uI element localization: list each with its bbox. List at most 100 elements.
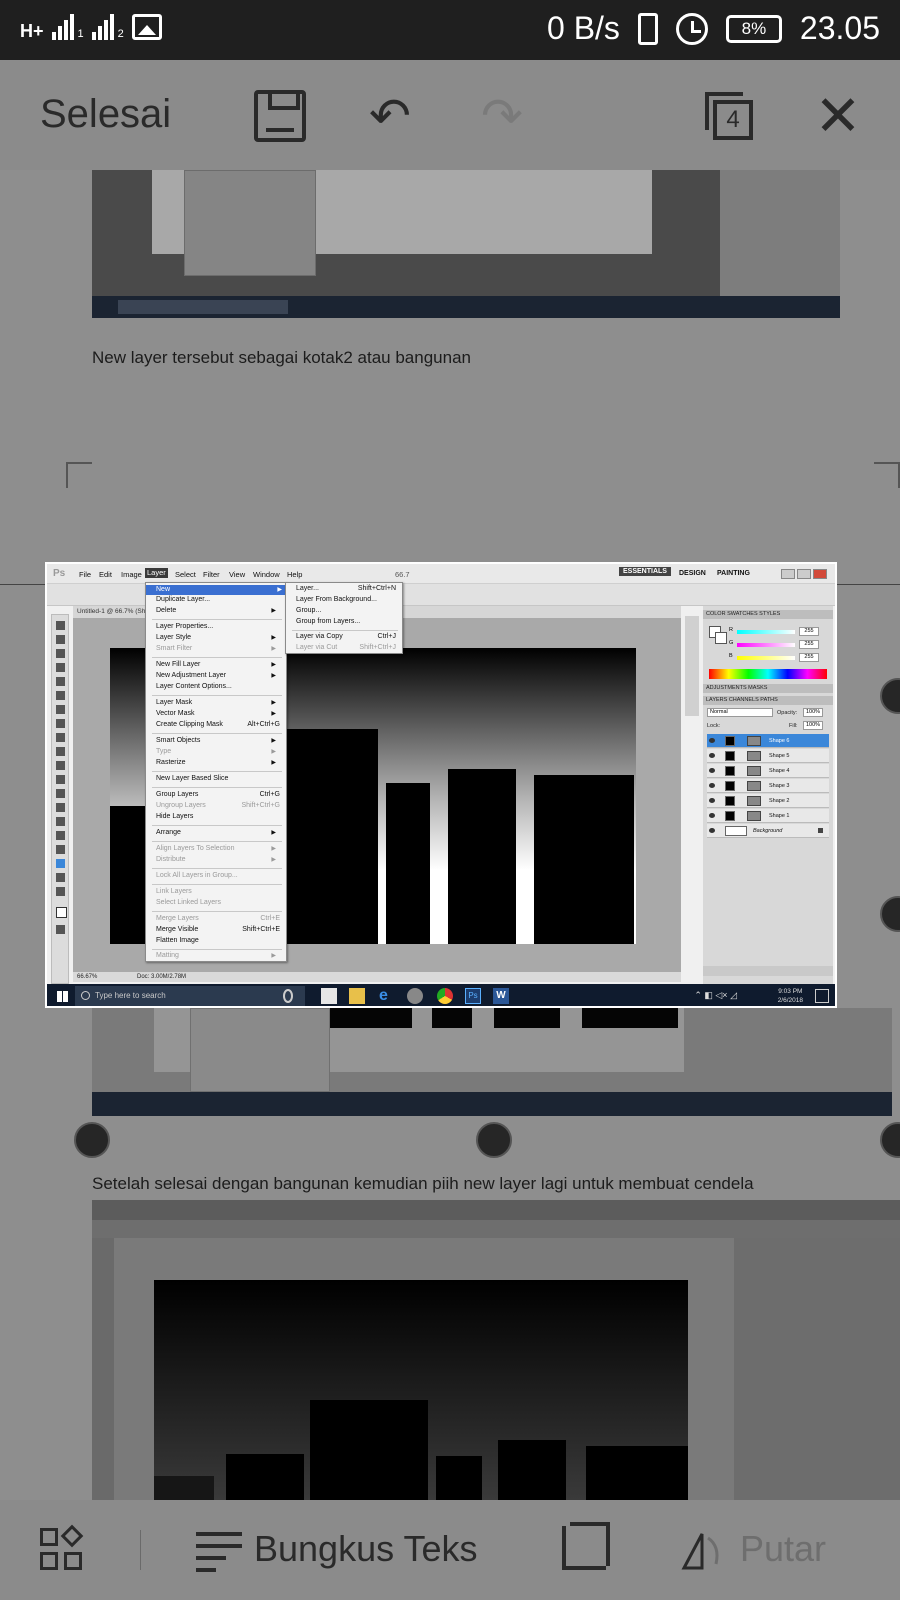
menu-item-new-adjustment-layer[interactable]: New Adjustment Layer ▶ <box>156 672 280 679</box>
crop-icon[interactable] <box>562 1522 610 1570</box>
menu-item-link-layers[interactable]: Link Layers <box>156 888 192 895</box>
ps-ws-design[interactable]: DESIGN <box>679 570 706 577</box>
menu-item-merge-visible[interactable]: Merge Visible Shift+Ctrl+E <box>156 926 280 933</box>
windows-search-box[interactable]: Type here to search <box>75 986 305 1006</box>
b-slider[interactable] <box>737 656 795 660</box>
lasso-tool-icon[interactable] <box>56 649 65 658</box>
menu-item-select-linked-layers[interactable]: Select Linked Layers <box>156 899 221 906</box>
foreground-color-swatch[interactable] <box>56 907 67 918</box>
ps-menu-view[interactable]: View <box>229 570 245 579</box>
path-select-tool-icon[interactable] <box>56 845 65 854</box>
document-image-3[interactable] <box>92 1200 900 1500</box>
menu-item-flatten-image[interactable]: Flatten Image <box>156 937 199 944</box>
marquee-tool-icon[interactable] <box>56 635 65 644</box>
submenu-item-layer-via-copy[interactable]: Layer via Copy Ctrl+J <box>296 633 396 640</box>
eye-icon[interactable] <box>709 753 715 758</box>
microphone-icon[interactable] <box>283 989 293 1003</box>
stamp-tool-icon[interactable] <box>56 733 65 742</box>
resize-handle-bottom-left[interactable] <box>74 1122 110 1158</box>
rotate-icon[interactable] <box>680 1528 724 1572</box>
menu-item-layer-mask[interactable]: Layer Mask ▶ <box>156 699 280 706</box>
blur-tool-icon[interactable] <box>56 789 65 798</box>
eye-icon[interactable] <box>709 798 715 803</box>
brush-tool-icon[interactable] <box>56 719 65 728</box>
layer-row-shape-5[interactable]: Shape 5 <box>707 749 829 763</box>
layers-tabs[interactable]: LAYERS CHANNELS PATHS <box>703 696 833 705</box>
menu-item-vector-mask[interactable]: Vector Mask ▶ <box>156 710 280 717</box>
submenu-item-layer-from-background[interactable]: Layer From Background... <box>296 596 377 603</box>
move-tool-icon[interactable] <box>56 621 65 630</box>
g-value[interactable]: 255 <box>799 640 819 649</box>
ps-menu-image[interactable]: Image <box>121 570 142 579</box>
blend-mode-select[interactable]: Normal <box>707 708 773 717</box>
quick-select-tool-icon[interactable] <box>56 663 65 672</box>
shape-tool-icon[interactable] <box>56 859 65 868</box>
submenu-item-group[interactable]: Group... <box>296 607 321 614</box>
word-icon[interactable]: W <box>493 988 509 1004</box>
eraser-tool-icon[interactable] <box>56 761 65 770</box>
store-icon[interactable] <box>321 988 337 1004</box>
healing-tool-icon[interactable] <box>56 705 65 714</box>
submenu-item-layer[interactable]: Layer... Shift+Ctrl+N <box>296 585 396 592</box>
photoshop-taskbar-icon[interactable]: Ps <box>465 988 481 1004</box>
menu-item-rasterize[interactable]: Rasterize ▶ <box>156 759 280 766</box>
ps-zoom[interactable]: 66.7 <box>395 570 410 579</box>
resize-handle-bottom[interactable] <box>476 1122 512 1158</box>
notification-icon[interactable] <box>815 989 829 1003</box>
pen-tool-icon[interactable] <box>56 817 65 826</box>
ps-menu-select[interactable]: Select <box>175 570 196 579</box>
menu-item-duplicate-layer[interactable]: Duplicate Layer... <box>156 596 210 603</box>
b-value[interactable]: 255 <box>799 653 819 662</box>
ps-menu-help[interactable]: Help <box>287 570 302 579</box>
menu-item-smart-objects[interactable]: Smart Objects ▶ <box>156 737 280 744</box>
zoom-tool-icon[interactable] <box>56 887 65 896</box>
wrap-text-icon[interactable] <box>196 1530 242 1572</box>
layer-row-background[interactable]: Background <box>707 824 829 838</box>
ps-menu-edit[interactable]: Edit <box>99 570 112 579</box>
ps-menu-file[interactable]: File <box>79 570 91 579</box>
menu-item-group-layers[interactable]: Group Layers Ctrl+G <box>156 791 280 798</box>
r-value[interactable]: 255 <box>799 627 819 636</box>
g-slider[interactable] <box>737 643 795 647</box>
menu-item-smart-filter[interactable]: Smart Filter ▶ <box>156 645 280 652</box>
menu-item-arrange[interactable]: Arrange ▶ <box>156 829 280 836</box>
caption-1[interactable]: New layer tersebut sebagai kotak2 atau b… <box>92 348 471 368</box>
menu-item-matting[interactable]: Matting ▶ <box>156 952 280 959</box>
color-spectrum[interactable] <box>709 669 827 679</box>
pages-icon[interactable]: 4 <box>705 92 757 144</box>
menu-item-new-fill-layer[interactable]: New Fill Layer ▶ <box>156 661 280 668</box>
quick-mask-icon[interactable] <box>56 925 65 934</box>
resize-handle-right-top[interactable] <box>880 678 900 714</box>
eyedropper-tool-icon[interactable] <box>56 691 65 700</box>
history-brush-tool-icon[interactable] <box>56 747 65 756</box>
menu-item-align-layers[interactable]: Align Layers To Selection ▶ <box>156 845 280 852</box>
ps-close-button[interactable] <box>813 569 827 579</box>
ps-maximize-button[interactable] <box>797 569 811 579</box>
chrome-icon[interactable] <box>437 988 453 1004</box>
menu-item-new-layer-based-slice[interactable]: New Layer Based Slice <box>156 775 228 782</box>
edge-icon[interactable]: e <box>379 988 395 1004</box>
layer-row-shape-2[interactable]: Shape 2 <box>707 794 829 808</box>
menu-item-layer-content-options[interactable]: Layer Content Options... <box>156 683 232 690</box>
crop-tool-icon[interactable] <box>56 677 65 686</box>
menu-item-ungroup-layers[interactable]: Ungroup Layers Shift+Ctrl+G <box>156 802 280 809</box>
done-button[interactable]: Selesai <box>40 92 171 137</box>
opacity-value[interactable]: 100% <box>803 708 823 717</box>
adjustments-tabs[interactable]: ADJUSTMENTS MASKS <box>703 684 833 693</box>
menu-item-create-clipping-mask[interactable]: Create Clipping Mask Alt+Ctrl+G <box>156 721 280 728</box>
app-icon[interactable] <box>407 988 423 1004</box>
rotate-button[interactable]: Putar <box>740 1528 826 1570</box>
submenu-item-layer-via-cut[interactable]: Layer via Cut Shift+Ctrl+J <box>296 644 396 651</box>
menu-item-delete[interactable]: Delete ▶ <box>156 607 280 614</box>
layer-row-shape-4[interactable]: Shape 4 <box>707 764 829 778</box>
ps-menu-layer[interactable]: Layer <box>145 568 168 578</box>
wrap-text-button[interactable]: Bungkus Teks <box>254 1528 477 1570</box>
menu-item-distribute[interactable]: Distribute ▶ <box>156 856 280 863</box>
eye-icon[interactable] <box>709 783 715 788</box>
windows-clock[interactable]: 9:03 PM 2/6/2018 <box>778 987 803 1005</box>
ps-menu-window[interactable]: Window <box>253 570 280 579</box>
selected-image[interactable]: Ps File Edit Image Layer Select Filter V… <box>45 562 837 1008</box>
ps-ws-essentials[interactable]: ESSENTIALS <box>619 567 671 576</box>
resize-handle-right[interactable] <box>880 896 900 932</box>
menu-item-type[interactable]: Type ▶ <box>156 748 280 755</box>
